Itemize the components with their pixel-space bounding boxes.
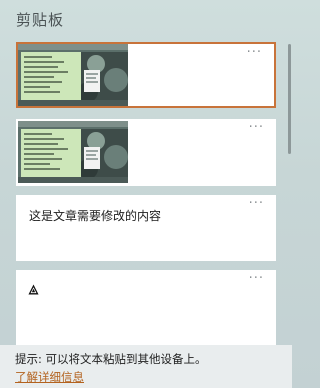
more-options-icon[interactable]: ···	[249, 197, 264, 210]
clipboard-image-thumbnail	[18, 121, 128, 183]
more-options-icon[interactable]: ···	[247, 46, 262, 59]
clipboard-item-text[interactable]: 这是文章需要修改的内容 ···	[16, 195, 276, 261]
warning-icon	[28, 284, 39, 295]
more-options-icon[interactable]: ···	[249, 272, 264, 285]
clipboard-item-text-content: 这是文章需要修改的内容	[29, 209, 162, 223]
clipboard-item-symbol[interactable]: ···	[16, 270, 276, 345]
clipboard-item-image-2[interactable]: ···	[16, 119, 276, 186]
clipboard-history-list: ··· ··· 这是文章需要修改的内容 ··· ···	[0, 0, 292, 345]
clipboard-image-thumbnail	[18, 44, 128, 106]
clipboard-item-image-1[interactable]: ···	[16, 42, 276, 108]
footer-tip: 提示: 可以将文本粘贴到其他设备上。	[15, 352, 207, 366]
learn-more-link[interactable]: 了解详细信息	[15, 369, 84, 385]
more-options-icon[interactable]: ···	[249, 121, 264, 134]
footer: 提示: 可以将文本粘贴到其他设备上。 了解详细信息	[0, 345, 292, 388]
scrollbar-thumb[interactable]	[288, 44, 291, 154]
